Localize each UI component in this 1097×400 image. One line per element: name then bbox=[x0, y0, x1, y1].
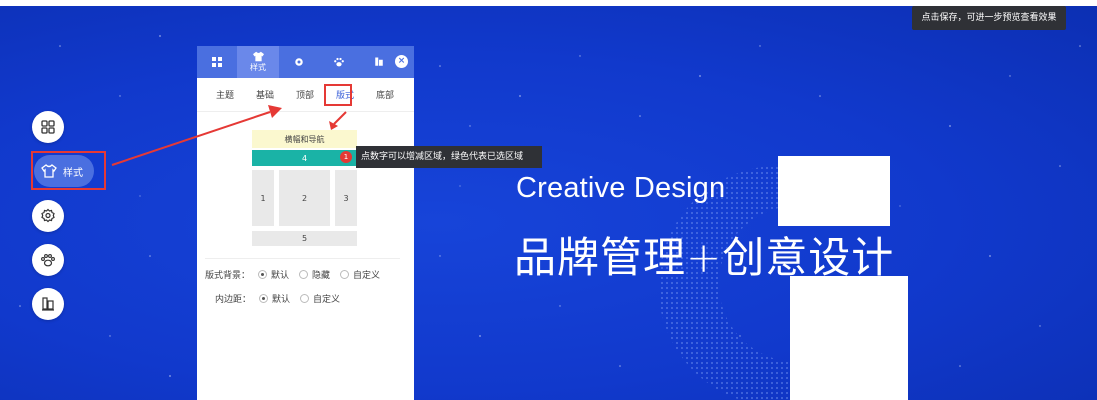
annotation-arrows bbox=[111, 105, 347, 166]
